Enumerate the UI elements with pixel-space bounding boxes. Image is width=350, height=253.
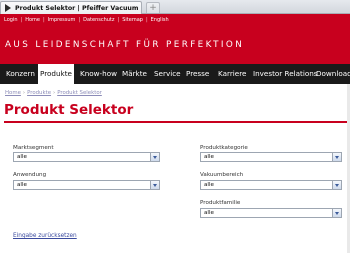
page-title: Produkt Selektor (4, 102, 134, 118)
produktfamilie-select[interactable]: alle (200, 208, 342, 218)
produktkategorie-value: alle (204, 154, 214, 160)
breadcrumb-separator: › (22, 90, 26, 96)
separator: | (117, 17, 120, 23)
main-nav: Konzern Produkte Know-how Märkte Service… (0, 64, 350, 84)
marktsegment-value: alle (17, 154, 27, 160)
produktfamilie-label: Produktfamilie (200, 200, 241, 206)
top-link-sitemap[interactable]: Sitemap (122, 17, 143, 23)
top-link-english[interactable]: English (151, 17, 169, 23)
anwendung-label: Anwendung (13, 172, 47, 178)
top-link-login[interactable]: Login (4, 17, 18, 23)
chevron-down-icon[interactable] (332, 153, 341, 161)
breadcrumb-produkte[interactable]: Produkte (27, 90, 51, 96)
browser-tab[interactable]: Produkt Selektor | Pfeiffer Vacuum (0, 1, 142, 14)
marktsegment-label: Marktsegment (13, 145, 54, 151)
nav-item-service[interactable]: Service (154, 64, 181, 84)
chevron-down-icon[interactable] (332, 209, 341, 217)
top-link-impressum[interactable]: Impressum (48, 17, 76, 23)
nav-item-produkte[interactable]: Produkte (38, 64, 74, 84)
browser-tab-strip: Produkt Selektor | Pfeiffer Vacuum + (0, 0, 350, 14)
nav-item-karriere[interactable]: Karriere (218, 64, 246, 84)
marktsegment-select[interactable]: alle (13, 152, 160, 162)
breadcrumb-current[interactable]: Produkt Selektor (57, 90, 102, 96)
title-divider (4, 121, 350, 123)
new-tab-button[interactable]: + (146, 2, 160, 13)
separator: | (42, 17, 45, 23)
separator: | (20, 17, 23, 23)
separator: | (78, 17, 81, 23)
produktkategorie-label: Produktkategorie (200, 145, 248, 151)
play-icon (4, 4, 12, 12)
top-link-home[interactable]: Home (25, 17, 40, 23)
anwendung-select[interactable]: alle (13, 180, 160, 190)
anwendung-value: alle (17, 182, 27, 188)
chevron-down-icon[interactable] (150, 181, 159, 189)
top-link-datenschutz[interactable]: Datenschutz (83, 17, 114, 23)
produktkategorie-select[interactable]: alle (200, 152, 342, 162)
breadcrumb: Home › Produkte › Produkt Selektor (5, 90, 102, 96)
nav-item-investor-relations[interactable]: Investor Relations (253, 64, 318, 84)
vakuumbereich-label: Vakuumbereich (200, 172, 244, 178)
breadcrumb-separator: › (53, 90, 56, 96)
nav-item-downloads[interactable]: Downloads (316, 64, 350, 84)
separator: | (145, 17, 148, 23)
chevron-down-icon[interactable] (332, 181, 341, 189)
nav-item-presse[interactable]: Presse (186, 64, 209, 84)
nav-item-maerkte[interactable]: Märkte (122, 64, 147, 84)
nav-item-konzern[interactable]: Konzern (6, 64, 35, 84)
vakuumbereich-select[interactable]: alle (200, 180, 342, 190)
browser-tab-title: Produkt Selektor | Pfeiffer Vacuum (15, 4, 139, 12)
breadcrumb-home[interactable]: Home (5, 90, 21, 96)
chevron-down-icon[interactable] (150, 153, 159, 161)
produktfamilie-value: alle (204, 210, 214, 216)
top-links: Login | Home | Impressum | Datenschutz | Sitemap… (4, 17, 169, 23)
header-slogan: AUS LEIDENSCHAFT FÜR PERFEKTION (5, 40, 245, 50)
site-header: Login | Home | Impressum | Datenschutz | Sitemap… (0, 14, 350, 64)
nav-item-know-how[interactable]: Know-how (80, 64, 117, 84)
reset-link[interactable]: Eingabe zurücksetzen (13, 233, 77, 239)
vakuumbereich-value: alle (204, 182, 214, 188)
